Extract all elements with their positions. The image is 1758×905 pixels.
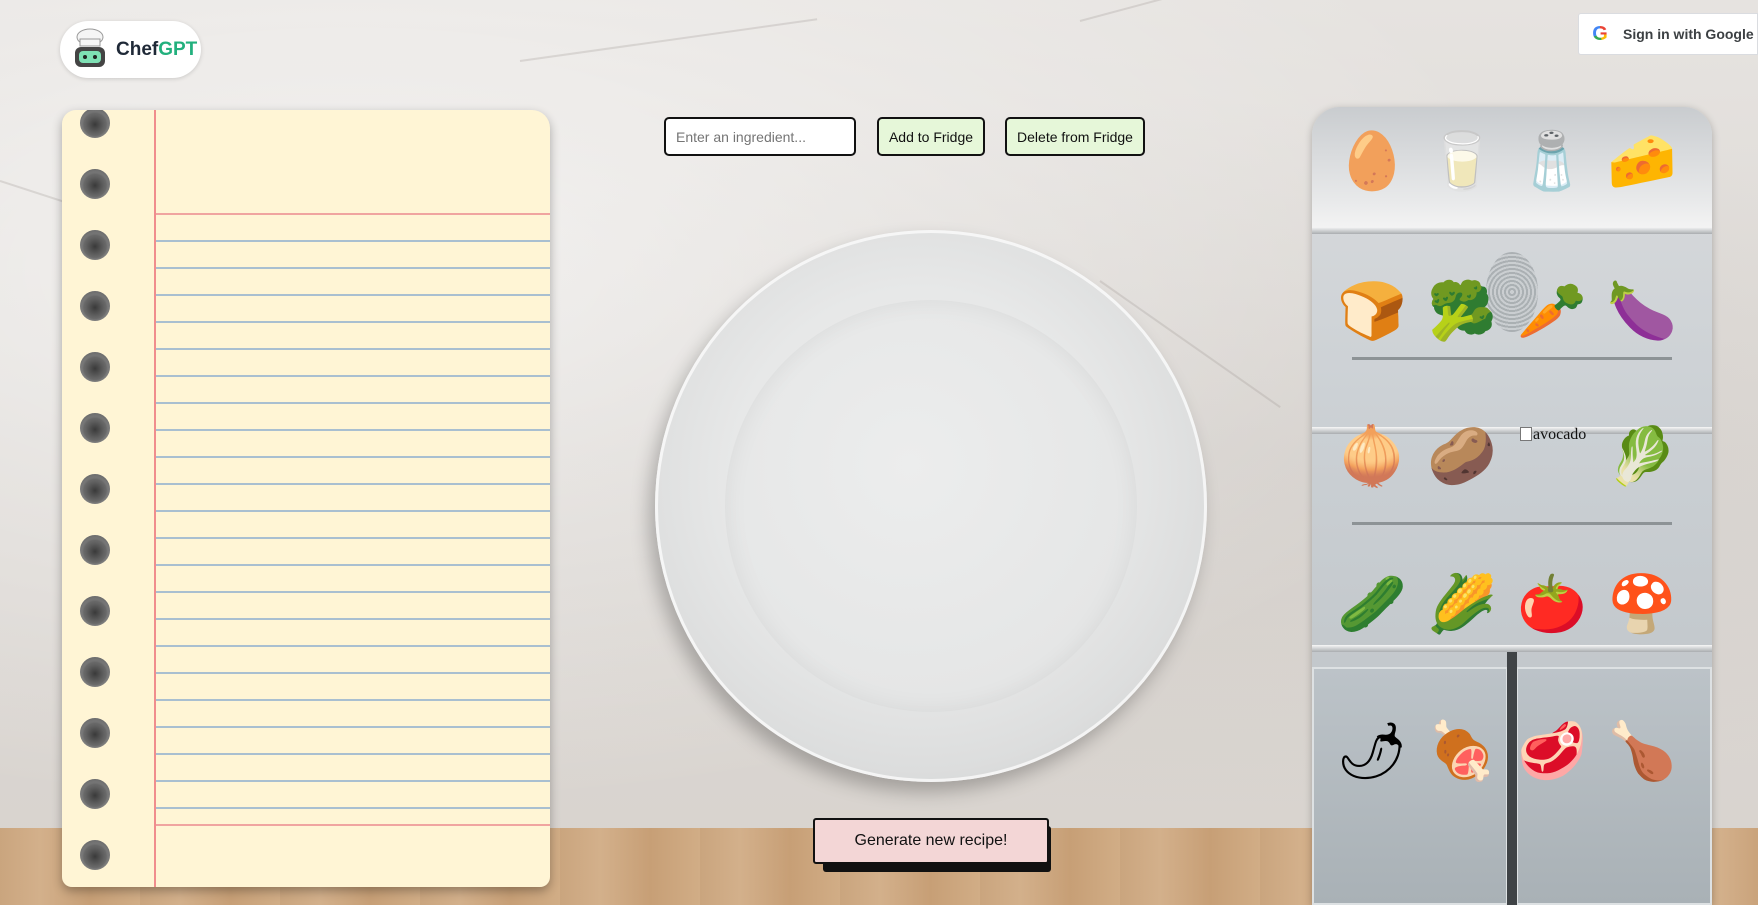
notebook-rule <box>156 483 550 485</box>
notebook-footer-line <box>156 824 550 826</box>
fridge-item-milk[interactable]: 🥛 <box>1426 126 1498 198</box>
notebook-rule <box>156 348 550 350</box>
binder-hole <box>80 352 110 382</box>
binder-hole <box>80 110 110 138</box>
fridge-item-onion[interactable]: 🧅 <box>1336 421 1408 493</box>
notebook-margin-line <box>154 110 156 887</box>
binder-hole <box>80 230 110 260</box>
binder-hole <box>80 413 110 443</box>
notebook-rule <box>156 240 550 242</box>
marble-vein <box>519 18 818 62</box>
notebook-header-line <box>156 213 550 215</box>
plate-center <box>725 300 1137 712</box>
fridge-glass-shelf <box>1352 522 1672 525</box>
fridge-item-tomato[interactable]: 🍅 <box>1516 569 1588 641</box>
fridge-item-broccoli[interactable]: 🥦 <box>1426 276 1498 348</box>
notebook-rule <box>156 267 550 269</box>
fridge-item-eggplant[interactable]: 🍆 <box>1606 276 1678 348</box>
notebook-rule <box>156 672 550 674</box>
fridge-item-carrot[interactable]: 🥕 <box>1516 276 1588 348</box>
brand-name: ChefGPT <box>116 38 198 60</box>
fridge-item-lettuce[interactable]: 🥬 <box>1606 421 1678 493</box>
fridge-item-mushroom[interactable]: 🍄 <box>1606 569 1678 641</box>
fridge-item-cheese[interactable]: 🧀 <box>1606 126 1678 198</box>
ingredient-input[interactable] <box>664 117 856 156</box>
fridge-item-steak[interactable]: 🥩 <box>1516 716 1588 788</box>
notebook-rule <box>156 375 550 377</box>
fridge-item-eggs[interactable]: 🥚 <box>1336 126 1408 198</box>
notebook-rule <box>156 510 550 512</box>
notebook-rule <box>156 699 550 701</box>
binder-hole <box>80 169 110 199</box>
binder-hole <box>80 474 110 504</box>
plate[interactable] <box>655 230 1207 782</box>
notebook-rule <box>156 294 550 296</box>
fridge-item-ham[interactable]: 🍖 <box>1426 716 1498 788</box>
fridge-item-chicken[interactable]: 🍗 <box>1606 716 1678 788</box>
fridge-item-salt[interactable]: 🧂 <box>1516 126 1588 198</box>
notebook-rule <box>156 537 550 539</box>
delete-from-fridge-button[interactable]: Delete from Fridge <box>1005 117 1145 156</box>
fridge-item-avocado[interactable]: avocado <box>1520 425 1610 445</box>
notebook-rule <box>156 402 550 404</box>
chef-robot-icon <box>68 27 112 73</box>
notebook-rule <box>156 591 550 593</box>
notebook-rule <box>156 618 550 620</box>
binder-hole <box>80 779 110 809</box>
fridge: 🥚 🥛 🧂 🧀 🍞 🥦 🥕 🍆 🧅 🥔 avocado 🥬 🥒 🌽 🍅 🍄 🌶 🍖 🥩 🍗 <box>1312 107 1712 905</box>
binder-hole <box>80 535 110 565</box>
fridge-item-potato[interactable]: 🥔 <box>1426 421 1498 493</box>
fridge-item-bread[interactable]: 🍞 <box>1336 276 1408 348</box>
recipe-notebook <box>62 110 550 887</box>
notebook-rule <box>156 456 550 458</box>
notebook-rule <box>156 753 550 755</box>
notebook-rule <box>156 645 550 647</box>
generate-recipe-button[interactable]: Generate new recipe! <box>813 818 1049 864</box>
sign-in-label: Sign in with Google <box>1623 26 1754 42</box>
chefgpt-logo[interactable]: ChefGPT <box>60 21 201 78</box>
marble-vein <box>1079 0 1313 22</box>
fridge-glass-shelf <box>1352 357 1672 360</box>
notebook-rule <box>156 780 550 782</box>
binder-hole <box>80 291 110 321</box>
fridge-item-cucumber[interactable]: 🥒 <box>1336 569 1408 641</box>
fridge-item-pepper[interactable]: 🌶 <box>1336 716 1408 788</box>
notebook-rule <box>156 807 550 809</box>
notebook-rule <box>156 726 550 728</box>
google-icon: G <box>1589 23 1611 46</box>
binder-hole <box>80 718 110 748</box>
fridge-shelf <box>1312 227 1712 234</box>
notebook-rule <box>156 564 550 566</box>
binder-hole <box>80 596 110 626</box>
google-sign-in-button[interactable]: G Sign in with Google <box>1578 13 1758 55</box>
fridge-item-corn[interactable]: 🌽 <box>1426 569 1498 641</box>
generate-recipe-area: Generate new recipe! <box>813 818 1051 872</box>
binder-hole <box>80 657 110 687</box>
binder-hole <box>80 840 110 870</box>
notebook-rule <box>156 321 550 323</box>
add-to-fridge-button[interactable]: Add to Fridge <box>877 117 985 156</box>
notebook-rule <box>156 429 550 431</box>
fridge-shelf <box>1312 645 1712 652</box>
